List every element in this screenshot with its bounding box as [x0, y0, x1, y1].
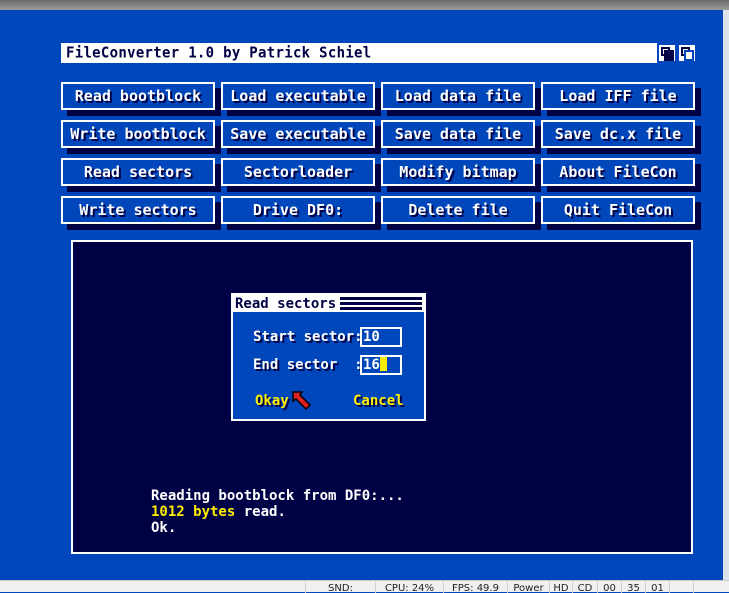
start-sector-value: 10: [363, 329, 380, 345]
status-power: Power: [507, 581, 549, 593]
status-drive-3: [669, 581, 693, 593]
status-drive-0: 00: [597, 581, 621, 593]
status-bar: SND: CPU: 24% FPS: 49.9 Power HD CD 00 3…: [0, 580, 729, 593]
end-sector-input[interactable]: 16: [360, 355, 402, 375]
dialog-title: Read sectors: [235, 295, 337, 312]
dialog-title-bar[interactable]: Read sectors: [233, 295, 424, 312]
status-hd: HD: [549, 581, 572, 593]
status-snd: SND:: [305, 581, 375, 593]
cancel-button[interactable]: Cancel: [353, 393, 404, 409]
depth-front-icon[interactable]: [677, 43, 697, 63]
modify-bitmap-button[interactable]: Modify bitmap: [381, 158, 535, 186]
output-line: Ok.: [151, 520, 177, 536]
load-executable-button[interactable]: Load executable: [221, 82, 375, 110]
text-cursor: [379, 357, 387, 371]
status-cpu: CPU: 24%: [375, 581, 443, 593]
status-drive-2: 01: [645, 581, 669, 593]
write-sectors-button[interactable]: Write sectors: [61, 196, 215, 224]
drive-df0-button[interactable]: Drive DF0:: [221, 196, 375, 224]
status-fps: FPS: 49.9: [443, 581, 507, 593]
delete-file-button[interactable]: Delete file: [381, 196, 535, 224]
load-data-file-button[interactable]: Load data file: [381, 82, 535, 110]
status-drive-1: 35: [621, 581, 645, 593]
host-window-border: [723, 10, 729, 580]
read-sectors-dialog: Read sectors Start sector: 10 End sector…: [231, 293, 426, 421]
output-line: read.: [235, 504, 286, 520]
byte-count: 1012 bytes: [151, 504, 236, 520]
status-cd: CD: [572, 581, 597, 593]
save-data-file-button[interactable]: Save data file: [381, 120, 535, 148]
load-iff-file-button[interactable]: Load IFF file: [541, 82, 695, 110]
quit-filecon-button[interactable]: Quit FileCon: [541, 196, 695, 224]
drag-bar[interactable]: [340, 297, 422, 310]
end-sector-label: End sector :: [253, 357, 363, 373]
status-extra: [693, 581, 729, 593]
read-sectors-button[interactable]: Read sectors: [61, 158, 215, 186]
window-title: FileConverter 1.0 by Patrick Schiel: [66, 44, 372, 62]
sectorloader-button[interactable]: Sectorloader: [221, 158, 375, 186]
write-bootblock-button[interactable]: Write bootblock: [61, 120, 215, 148]
okay-button[interactable]: Okay: [255, 393, 289, 409]
save-executable-button[interactable]: Save executable: [221, 120, 375, 148]
about-filecon-button[interactable]: About FileCon: [541, 158, 695, 186]
read-bootblock-button[interactable]: Read bootblock: [61, 82, 215, 110]
output-log: Reading bootblock from DF0:... 1012 byte…: [151, 488, 404, 536]
depth-back-icon[interactable]: [657, 43, 677, 63]
output-line: Reading bootblock from DF0:...: [151, 488, 404, 504]
host-window-frame: [0, 0, 729, 10]
start-sector-input[interactable]: 10: [360, 327, 402, 347]
end-sector-value: 16: [363, 357, 380, 373]
mouse-pointer-icon: [292, 391, 312, 411]
save-dc-x-file-button[interactable]: Save dc.x file: [541, 120, 695, 148]
start-sector-label: Start sector:: [253, 329, 363, 345]
window-title-bar[interactable]: FileConverter 1.0 by Patrick Schiel: [61, 43, 697, 63]
